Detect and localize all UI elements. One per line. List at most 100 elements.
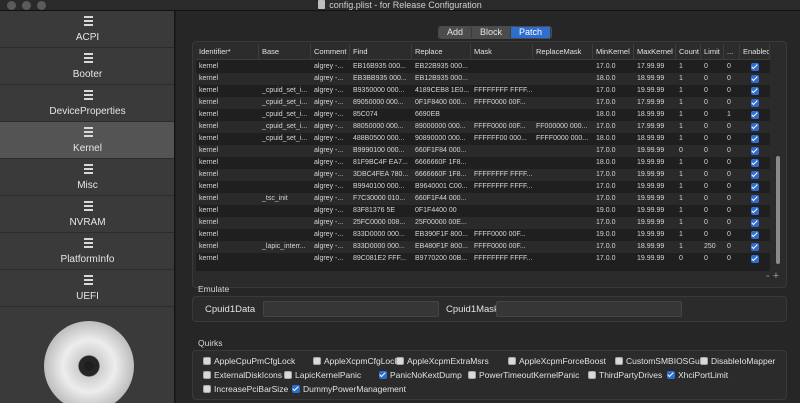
cpuid1data-field[interactable] (263, 301, 439, 317)
sidebar-item-deviceproperties[interactable]: DeviceProperties (0, 85, 174, 122)
table-row[interactable]: kernel _cpuid_set_i... algrey -... 85C074 66… (196, 109, 770, 121)
sidebar-item-booter[interactable]: Booter (0, 48, 174, 85)
table-row[interactable]: kernel _cpuid_set_i... algrey -... B9350000… (196, 85, 770, 97)
table-cell: _cpuid_set_i... (262, 87, 308, 94)
enabled-checkbox[interactable] (751, 231, 759, 239)
table-row[interactable]: kernel _cpuid_set_i... algrey -... 89050000… (196, 97, 770, 109)
quirk-customsmbiosguid[interactable]: CustomSMBIOSGuid (615, 356, 706, 368)
quirk-increasepcibarsize[interactable]: IncreasePciBarSize (203, 384, 288, 396)
column-header[interactable]: ReplaceMask (533, 44, 593, 60)
vertical-scrollbar[interactable] (774, 60, 782, 267)
quirk-checkbox[interactable] (396, 357, 404, 365)
table-row[interactable]: kernel algrey -... 89C081E2 FFF... B9770200… (196, 253, 770, 265)
scrollbar-thumb[interactable] (776, 156, 780, 264)
table-row[interactable]: kernel algrey -... B9940100 000... B9640001… (196, 181, 770, 193)
enabled-checkbox[interactable] (751, 183, 759, 191)
enabled-checkbox[interactable] (751, 207, 759, 215)
enabled-checkbox[interactable] (751, 123, 759, 131)
quirk-checkbox[interactable] (615, 357, 623, 365)
quirk-checkbox[interactable] (292, 385, 300, 393)
sidebar-item-misc[interactable]: Misc (0, 159, 174, 196)
table-row[interactable]: kernel _cpuid_set_i... algrey -... 88050000… (196, 121, 770, 133)
table-row[interactable]: kernel _lapic_interr... algrey -... 833D000… (196, 241, 770, 253)
sidebar-item-uefi[interactable]: UEFI (0, 270, 174, 307)
enabled-checkbox[interactable] (751, 135, 759, 143)
enabled-checkbox[interactable] (751, 111, 759, 119)
table-row[interactable]: kernel _tsc_init algrey -... F7C30000 010..… (196, 193, 770, 205)
quirk-disableiomapper[interactable]: DisableIoMapper (700, 356, 775, 368)
table-cell: algrey -... (314, 63, 344, 70)
quirk-checkbox[interactable] (468, 371, 476, 379)
quirk-powertimeoutkernelpanic[interactable]: PowerTimeoutKernelPanic (468, 370, 579, 382)
column-header[interactable]: MinKernel (593, 44, 634, 60)
table-cell: EB3BB935 000... (353, 75, 407, 82)
quirk-thirdpartydrives[interactable]: ThirdPartyDrives (588, 370, 662, 382)
enabled-checkbox[interactable] (751, 255, 759, 263)
column-header[interactable]: Comment (311, 44, 350, 60)
table-cell: 0 (727, 75, 731, 82)
table-cell (259, 73, 311, 85)
add-remove-buttons[interactable]: - + (766, 270, 779, 282)
sidebar-item-kernel[interactable]: Kernel (0, 122, 174, 159)
column-header[interactable]: Enabled (740, 44, 770, 60)
quirk-checkbox[interactable] (203, 357, 211, 365)
quirk-lapickernelpanic[interactable]: LapicKernelPanic (284, 370, 361, 382)
sidebar-item-platforminfo[interactable]: PlatformInfo (0, 233, 174, 270)
table-row[interactable]: kernel algrey -... B9990100 000... 660F1F84… (196, 145, 770, 157)
sidebar-item-nvram[interactable]: NVRAM (0, 196, 174, 233)
table-cell: FFFFFFFF FFFF... (474, 255, 533, 262)
table-row[interactable]: kernel algrey -... 81F9BC4F EA7... 6666660F… (196, 157, 770, 169)
quirk-checkbox[interactable] (667, 371, 675, 379)
quirk-applecpupmcfglock[interactable]: AppleCpuPmCfgLock (203, 356, 295, 368)
quirk-externaldiskicons[interactable]: ExternalDiskIcons (203, 370, 282, 382)
column-header[interactable]: Limit (701, 44, 724, 60)
column-header[interactable]: Count (676, 44, 701, 60)
enabled-checkbox[interactable] (751, 99, 759, 107)
quirk-applexcpmforceboost[interactable]: AppleXcpmForceBoost (508, 356, 606, 368)
column-header[interactable]: MaxKernel (634, 44, 676, 60)
table-cell (471, 205, 533, 217)
quirk-panicnokextdump[interactable]: PanicNoKextDump (379, 370, 462, 382)
enabled-checkbox[interactable] (751, 195, 759, 203)
column-header[interactable]: Find (350, 44, 412, 60)
quirk-checkbox[interactable] (379, 371, 387, 379)
enabled-checkbox[interactable] (751, 243, 759, 251)
table-row[interactable]: kernel _cpuid_set_i... algrey -... 488B0500… (196, 133, 770, 145)
table-cell: 6666660F 1F8... (415, 159, 467, 166)
column-header[interactable]: Replace (412, 44, 471, 60)
quirk-checkbox[interactable] (700, 357, 708, 365)
quirk-checkbox[interactable] (203, 371, 211, 379)
column-header[interactable]: ... (724, 44, 740, 60)
enabled-checkbox[interactable] (751, 159, 759, 167)
quirk-checkbox[interactable] (313, 357, 321, 365)
column-header[interactable]: Mask (471, 44, 533, 60)
table-row[interactable]: kernel algrey -... 833D0000 000... EB390F1F… (196, 229, 770, 241)
quirk-applexcpmcfglock[interactable]: AppleXcpmCfgLock (313, 356, 399, 368)
enabled-checkbox[interactable] (751, 87, 759, 95)
table-row[interactable]: kernel algrey -... EB16B935 000... EB22B935… (196, 61, 770, 73)
table-row[interactable]: kernel algrey -... 25FC0000 008... 25F00000… (196, 217, 770, 229)
table-row[interactable]: kernel algrey -... 83F81376 5E 0F1F4400 00 1… (196, 205, 770, 217)
enabled-checkbox[interactable] (751, 147, 759, 155)
enabled-checkbox[interactable] (751, 219, 759, 227)
enabled-checkbox[interactable] (751, 75, 759, 83)
tab-block[interactable]: Block (472, 27, 512, 38)
column-header[interactable]: Base (259, 44, 311, 60)
table-cell: algrey -... (314, 75, 344, 82)
tab-patch[interactable]: Patch (511, 27, 552, 38)
table-row[interactable]: kernel algrey -... EB3BB935 000... EB12B935… (196, 73, 770, 85)
enabled-checkbox[interactable] (751, 171, 759, 179)
quirk-dummypowermanagement[interactable]: DummyPowerManagement (292, 384, 406, 396)
quirk-xhciportlimit[interactable]: XhciPortLimit (667, 370, 728, 382)
table-row[interactable]: kernel algrey -... 3DBC4FEA 780... 6666660F… (196, 169, 770, 181)
sidebar-item-acpi[interactable]: ACPI (0, 11, 174, 48)
quirk-applexcpmextramsrs[interactable]: AppleXcpmExtraMsrs (396, 356, 489, 368)
quirk-checkbox[interactable] (284, 371, 292, 379)
enabled-checkbox[interactable] (751, 63, 759, 71)
column-header[interactable]: Identifier* (196, 44, 259, 60)
quirk-checkbox[interactable] (203, 385, 211, 393)
tab-add[interactable]: Add (439, 27, 473, 38)
quirk-checkbox[interactable] (588, 371, 596, 379)
quirk-checkbox[interactable] (508, 357, 516, 365)
cpuid1mask-field[interactable] (496, 301, 682, 317)
